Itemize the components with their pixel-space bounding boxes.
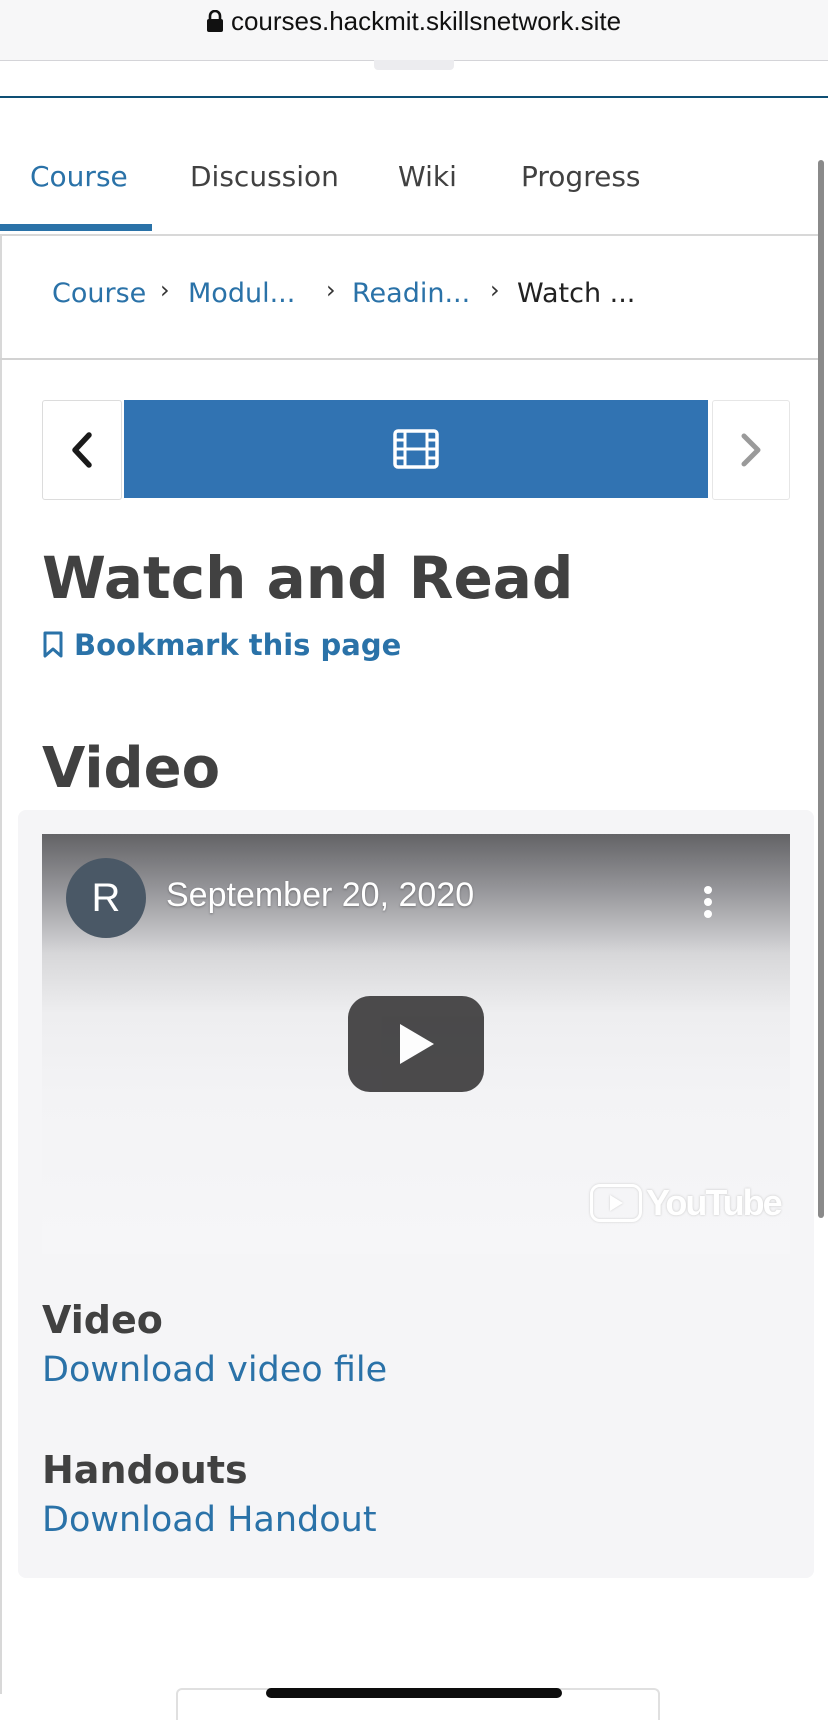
video-title[interactable]: September 20, 2020 [166,876,474,915]
play-button[interactable] [348,996,484,1092]
url-text: courses.hackmit.skillsnetwork.site [230,6,622,36]
page-title: Watch and Read [42,544,574,612]
home-indicator[interactable] [266,1688,562,1698]
content-frame-border [0,234,2,1694]
breadcrumb-reading[interactable]: Readin... [352,278,470,309]
current-unit-tab[interactable] [124,400,708,498]
video-downloads: Video Download video file [42,1298,387,1390]
youtube-logo[interactable]: YouTube [590,1182,783,1224]
chevron-right-icon: › [326,276,336,304]
bookmark-button[interactable]: Bookmark this page [42,628,401,662]
handouts-heading: Handouts [42,1448,248,1492]
chevron-right-icon: › [160,276,170,304]
film-icon [393,429,439,469]
breadcrumb-course[interactable]: Course [52,278,146,309]
bookmark-label: Bookmark this page [74,628,402,662]
breadcrumb: Course › Modul... › Readin... › Watch ..… [0,234,822,360]
youtube-play-icon [590,1184,642,1222]
chevron-right-icon [741,433,761,467]
section-title: Video [42,736,221,801]
download-handout-link[interactable]: Download Handout [42,1500,377,1540]
toolbar-handle [374,60,454,70]
tab-discussion[interactable]: Discussion [190,160,339,193]
youtube-brand-text: YouTube [646,1182,783,1223]
chevron-left-icon [72,432,92,468]
more-vertical-icon[interactable] [702,886,714,926]
bookmark-icon [43,631,63,658]
tab-course[interactable]: Course [30,160,128,193]
tab-progress[interactable]: Progress [521,160,641,193]
scrollbar[interactable] [818,160,824,1218]
video-player[interactable]: R September 20, 2020 YouTube [42,834,790,1254]
channel-avatar[interactable]: R [66,858,146,938]
lock-icon [206,8,223,39]
breadcrumb-current: Watch ... [517,278,636,309]
breadcrumb-module[interactable]: Modul... [188,278,295,309]
download-video-link[interactable]: Download video file [42,1350,387,1390]
next-unit-button[interactable] [712,400,790,500]
course-tabs: Course Discussion Wiki Progress [0,140,822,236]
url-display[interactable]: courses.hackmit.skillsnetwork.site [0,6,828,39]
chevron-right-icon: › [490,276,500,304]
handout-downloads: Handouts Download Handout [42,1448,377,1540]
tab-wiki[interactable]: Wiki [398,160,457,193]
play-icon [400,1024,434,1064]
active-tab-indicator [0,224,152,231]
video-download-heading: Video [42,1298,163,1342]
previous-unit-button[interactable] [42,400,122,500]
browser-url-bar[interactable]: courses.hackmit.skillsnetwork.site [0,0,828,61]
header-divider [0,96,828,98]
